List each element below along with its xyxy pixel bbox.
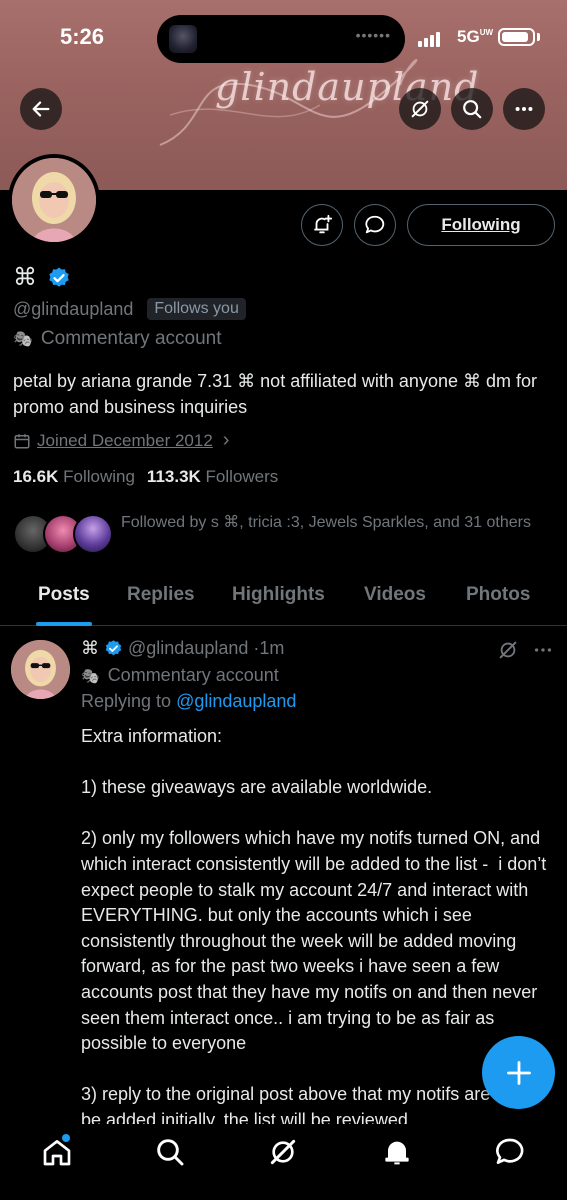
post-time: ·1m (253, 638, 285, 658)
tab-replies[interactable]: Replies (127, 584, 195, 606)
active-tab-indicator (36, 622, 92, 626)
tab-videos[interactable]: Videos (364, 584, 426, 606)
profile-avatar[interactable] (8, 154, 100, 246)
account-label-text: Commentary account (40, 328, 222, 349)
verified-badge-icon[interactable] (47, 266, 71, 290)
post-account-label: 🎭 Commentary account (81, 665, 279, 686)
bottom-navigation (0, 1124, 567, 1200)
message-icon (496, 1138, 524, 1164)
display-name: ⌘ (13, 264, 37, 291)
home-unread-dot (62, 1134, 70, 1142)
nav-notifications[interactable] (381, 1136, 413, 1168)
calendar-icon (14, 433, 30, 448)
avatar-image (12, 158, 96, 242)
nav-grok[interactable] (267, 1136, 299, 1168)
nav-messages[interactable] (494, 1136, 526, 1168)
joined-text: Joined December 2012 (37, 430, 213, 450)
nav-search[interactable] (154, 1136, 186, 1168)
post-author-name[interactable]: ⌘ (81, 638, 99, 659)
display-name-row: ⌘ (13, 263, 71, 292)
followed-by-text: Followed by s ⌘, tricia :3, Jewels Spark… (121, 514, 531, 531)
followers-count-link[interactable]: 113.3K Followers (147, 467, 278, 487)
profile-bio: petal by ariana grande 7.31 ⌘ not affili… (13, 371, 537, 417)
grok-icon (270, 1139, 296, 1165)
bell-icon (385, 1141, 409, 1165)
post-author-handle[interactable]: @glindaupland (128, 638, 248, 659)
chevron-right-icon: › (222, 429, 230, 451)
account-label[interactable]: 🎭 Commentary account (13, 328, 222, 350)
tab-photos[interactable]: Photos (466, 584, 530, 606)
replying-prefix: Replying to (81, 691, 177, 711)
signal-icon (418, 32, 440, 47)
post-more-icon[interactable] (532, 639, 554, 661)
tab-posts[interactable]: Posts (38, 584, 90, 606)
profile-handle: @glindaupland (13, 298, 134, 319)
notifications-button[interactable] (301, 204, 343, 246)
follow-counts: 16.6K Following 113.3K Followers (13, 467, 278, 487)
handle-row: @glindaupland Follows you (13, 298, 246, 320)
replying-to: Replying to @glindaupland (81, 691, 296, 712)
theater-mask-icon: 🎭 (13, 331, 33, 348)
following-button[interactable]: Following (407, 204, 555, 246)
followed-by-row[interactable]: Followed by s ⌘, tricia :3, Jewels Spark… (13, 508, 558, 564)
network-indicator: 5GUW (457, 27, 494, 46)
search-icon (463, 100, 482, 119)
post-label-text: Commentary account (107, 665, 279, 685)
battery-icon (498, 28, 535, 46)
back-button[interactable] (20, 88, 62, 130)
verified-badge-icon (105, 640, 122, 656)
plus-icon (506, 1060, 531, 1085)
avatar-image (11, 640, 70, 699)
follower-avatar (73, 514, 113, 554)
arrow-left-icon (32, 101, 50, 117)
compose-button[interactable] (482, 1036, 555, 1109)
post-avatar[interactable] (11, 640, 70, 699)
profile-tabs: Posts Replies Highlights Videos Photos (0, 574, 567, 626)
media-thumbnail (169, 25, 197, 53)
message-button[interactable] (354, 204, 396, 246)
island-dots: •••••• (355, 27, 391, 43)
grok-icon (411, 100, 429, 118)
more-button[interactable] (503, 88, 545, 130)
replying-to-link[interactable]: @glindaupland (176, 691, 296, 711)
battery-cap (537, 33, 540, 41)
grok-icon[interactable] (497, 639, 519, 661)
grok-button[interactable] (399, 88, 441, 130)
dynamic-island: •••••• (157, 15, 405, 63)
joined-date[interactable]: Joined December 2012 › (13, 429, 229, 452)
message-icon (365, 215, 385, 234)
bell-plus-icon (314, 214, 333, 234)
theater-mask-icon: 🎭 (81, 667, 100, 685)
tab-highlights[interactable]: Highlights (232, 584, 325, 606)
nav-home[interactable] (41, 1134, 73, 1168)
more-icon (515, 106, 533, 112)
follows-you-badge: Follows you (147, 298, 246, 320)
following-count-link[interactable]: 16.6K Following (13, 467, 135, 487)
search-icon (157, 1139, 184, 1166)
search-button[interactable] (451, 88, 493, 130)
post-header: ⌘ @glindaupland ·1m (81, 638, 284, 659)
status-time: 5:26 (60, 24, 105, 49)
